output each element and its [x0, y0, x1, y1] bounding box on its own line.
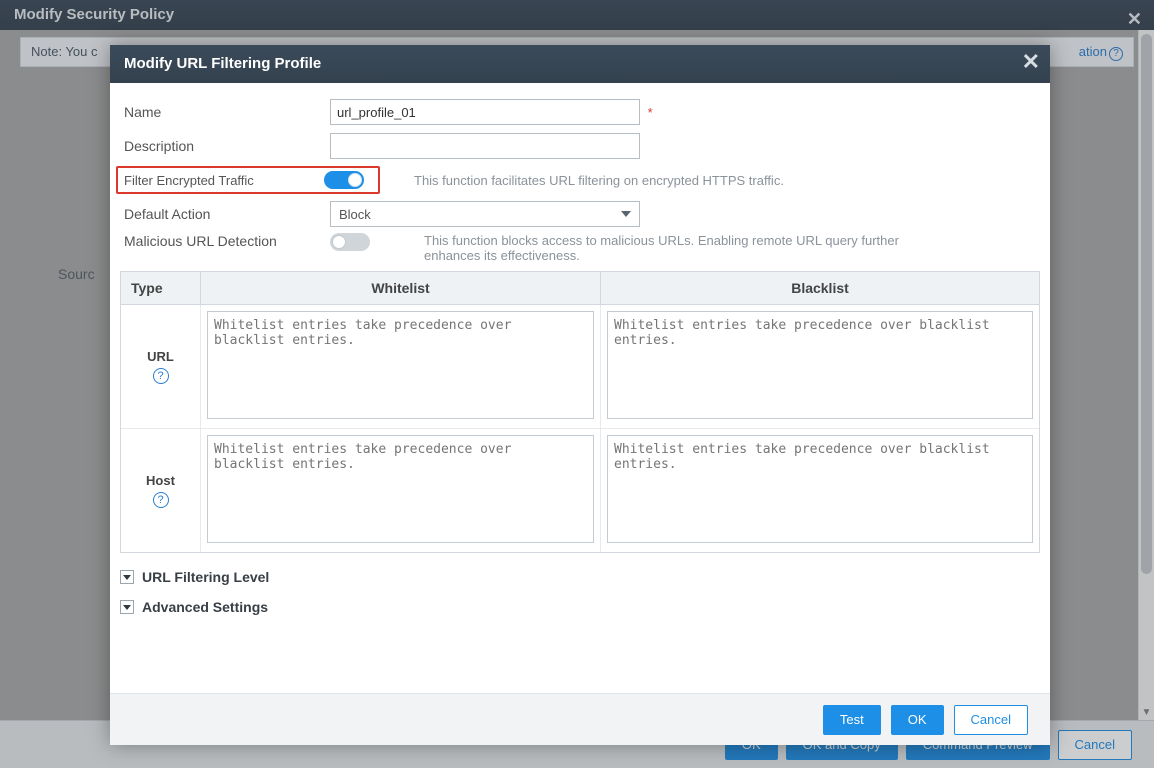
modal-footer: Test OK Cancel	[110, 693, 1050, 745]
default-action-label: Default Action	[120, 206, 330, 222]
filter-encrypted-hint: This function facilitates URL filtering …	[414, 173, 784, 188]
chevron-down-icon	[120, 600, 134, 614]
host-whitelist-textarea[interactable]	[207, 435, 594, 543]
modal-body: Name * Description Filter Encrypted Traf…	[110, 83, 1050, 693]
url-blacklist-textarea[interactable]	[607, 311, 1033, 419]
malicious-hint: This function blocks access to malicious…	[424, 233, 954, 263]
help-icon[interactable]: ?	[153, 492, 169, 508]
whitelist-blacklist-table: Type Whitelist Blacklist URL ? Host ?	[120, 271, 1040, 553]
col-type: Type	[121, 272, 201, 304]
chevron-down-icon	[120, 570, 134, 584]
test-button[interactable]: Test	[823, 705, 881, 735]
required-mark: *	[648, 105, 653, 120]
col-whitelist: Whitelist	[201, 272, 601, 304]
modal-close-button[interactable]: ✕	[1022, 51, 1040, 73]
filter-encrypted-label: Filter Encrypted Traffic	[124, 173, 324, 188]
accordion-label: URL Filtering Level	[142, 569, 269, 585]
default-action-value: Block	[339, 207, 371, 222]
malicious-toggle[interactable]	[330, 233, 370, 251]
modal-ok-button[interactable]: OK	[891, 705, 944, 735]
accordion-advanced-settings[interactable]: Advanced Settings	[120, 599, 1040, 615]
modal-cancel-button[interactable]: Cancel	[954, 705, 1028, 735]
url-whitelist-textarea[interactable]	[207, 311, 594, 419]
description-input[interactable]	[330, 133, 640, 159]
name-input[interactable]	[330, 99, 640, 125]
description-label: Description	[120, 138, 330, 154]
col-blacklist: Blacklist	[601, 272, 1039, 304]
modify-url-filtering-modal: Modify URL Filtering Profile ✕ Name * De…	[110, 45, 1050, 745]
modal-title: Modify URL Filtering Profile	[124, 55, 321, 72]
row-type-label: URL	[147, 349, 174, 364]
row-type-label: Host	[146, 473, 175, 488]
help-icon[interactable]: ?	[153, 368, 169, 384]
chevron-down-icon	[621, 211, 631, 217]
host-blacklist-textarea[interactable]	[607, 435, 1033, 543]
malicious-label: Malicious URL Detection	[120, 233, 330, 249]
default-action-select[interactable]: Block	[330, 201, 640, 227]
table-row: URL ?	[121, 305, 1039, 429]
filter-encrypted-toggle[interactable]	[324, 171, 364, 189]
accordion-group: URL Filtering Level Advanced Settings	[120, 569, 1040, 615]
modal-title-bar: Modify URL Filtering Profile ✕	[110, 45, 1050, 83]
table-row: Host ?	[121, 429, 1039, 552]
filter-encrypted-highlight: Filter Encrypted Traffic	[116, 166, 380, 194]
accordion-url-filtering-level[interactable]: URL Filtering Level	[120, 569, 1040, 585]
accordion-label: Advanced Settings	[142, 599, 268, 615]
name-label: Name	[120, 104, 330, 120]
